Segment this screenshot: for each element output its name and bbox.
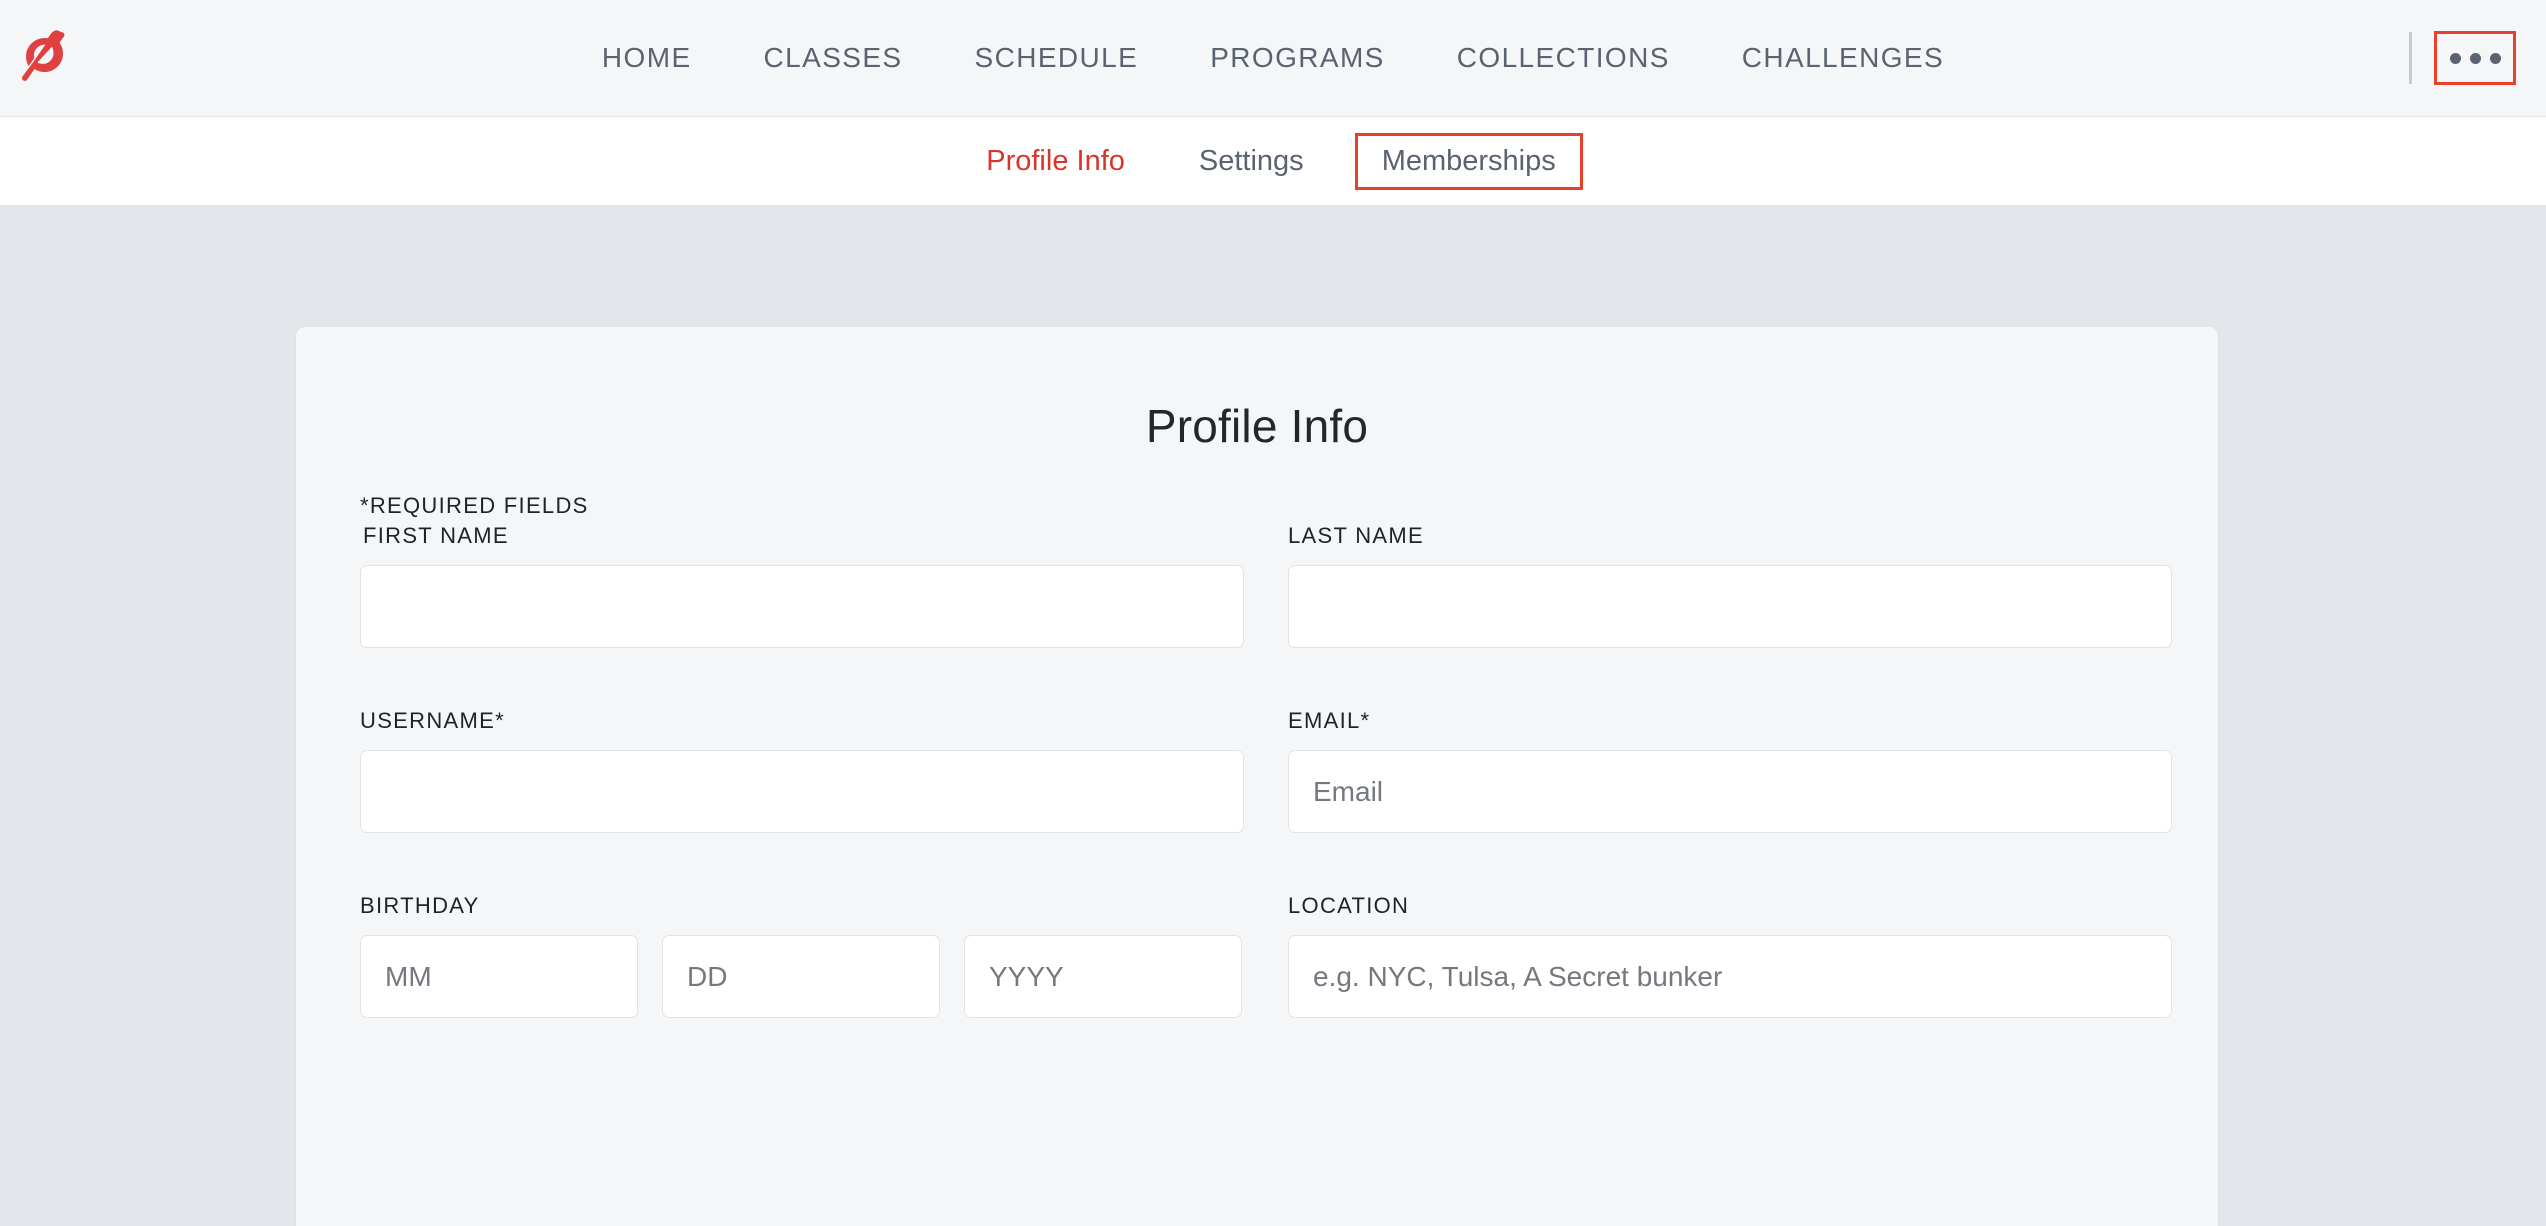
email-label: EMAIL* <box>1288 708 1371 733</box>
email-input[interactable] <box>1288 750 2172 833</box>
location-label: LOCATION <box>1288 893 1410 918</box>
field-group-birthday: BIRTHDAY <box>360 893 1244 1018</box>
required-fields-note: *REQUIRED FIELDS <box>360 493 589 518</box>
nav-item-collections[interactable]: COLLECTIONS <box>1421 42 1706 74</box>
top-nav-right-group <box>2409 31 2516 85</box>
form-row-credentials: USERNAME* EMAIL* <box>360 708 2172 833</box>
field-group-username: USERNAME* <box>360 708 1244 833</box>
vertical-divider <box>2409 32 2412 84</box>
nav-item-home[interactable]: HOME <box>566 42 728 74</box>
page-body: Profile Info *REQUIRED FIELDS FIRST NAME… <box>0 205 2546 1226</box>
profile-info-card: Profile Info *REQUIRED FIELDS FIRST NAME… <box>296 327 2218 1226</box>
field-group-location: LOCATION <box>1288 893 2172 1018</box>
nav-item-classes[interactable]: CLASSES <box>728 42 939 74</box>
username-label: USERNAME* <box>360 708 505 733</box>
tab-settings[interactable]: Settings <box>1162 145 1341 178</box>
form-row-names: FIRST NAME LAST NAME <box>360 523 2172 648</box>
tab-memberships[interactable]: Memberships <box>1354 132 1583 190</box>
page-title: Profile Info <box>1145 400 1369 452</box>
field-group-last-name: LAST NAME <box>1288 523 2172 648</box>
ellipsis-icon-dot-1 <box>2449 52 2461 64</box>
row-spacer-2 <box>360 833 2154 893</box>
ellipsis-icon-dot-3 <box>2489 52 2501 64</box>
tab-profile-info[interactable]: Profile Info <box>949 145 1162 178</box>
birthday-inputs <box>360 935 1244 1018</box>
main-nav-links: HOME CLASSES SCHEDULE PROGRAMS COLLECTIO… <box>0 42 2546 74</box>
form-row-birthday-location: BIRTHDAY LOCATION <box>360 893 2172 1018</box>
birthday-year-input[interactable] <box>964 935 1242 1018</box>
account-sub-navigation: Profile Info Settings Memberships <box>0 117 2546 251</box>
field-group-email: EMAIL* <box>1288 708 2172 833</box>
row-spacer-1 <box>360 648 2154 708</box>
last-name-input[interactable] <box>1288 565 2172 648</box>
nav-item-challenges[interactable]: CHALLENGES <box>1706 42 1980 74</box>
birthday-label: BIRTHDAY <box>360 893 480 918</box>
profile-form: *REQUIRED FIELDS FIRST NAME LAST NAME US… <box>360 453 2172 1018</box>
last-name-label: LAST NAME <box>1288 523 1424 548</box>
nav-item-programs[interactable]: PROGRAMS <box>1174 42 1421 74</box>
ellipsis-icon-dot-2 <box>2469 52 2481 64</box>
first-name-label: FIRST NAME <box>363 523 509 548</box>
more-menu-button[interactable] <box>2434 31 2516 85</box>
field-group-first-name: FIRST NAME <box>360 523 1244 648</box>
location-input[interactable] <box>1288 935 2172 1018</box>
birthday-month-input[interactable] <box>360 935 638 1018</box>
top-navigation-bar: HOME CLASSES SCHEDULE PROGRAMS COLLECTIO… <box>0 0 2546 117</box>
nav-item-schedule[interactable]: SCHEDULE <box>939 42 1175 74</box>
birthday-day-input[interactable] <box>662 935 940 1018</box>
first-name-input[interactable] <box>360 565 1244 648</box>
username-input[interactable] <box>360 750 1244 833</box>
